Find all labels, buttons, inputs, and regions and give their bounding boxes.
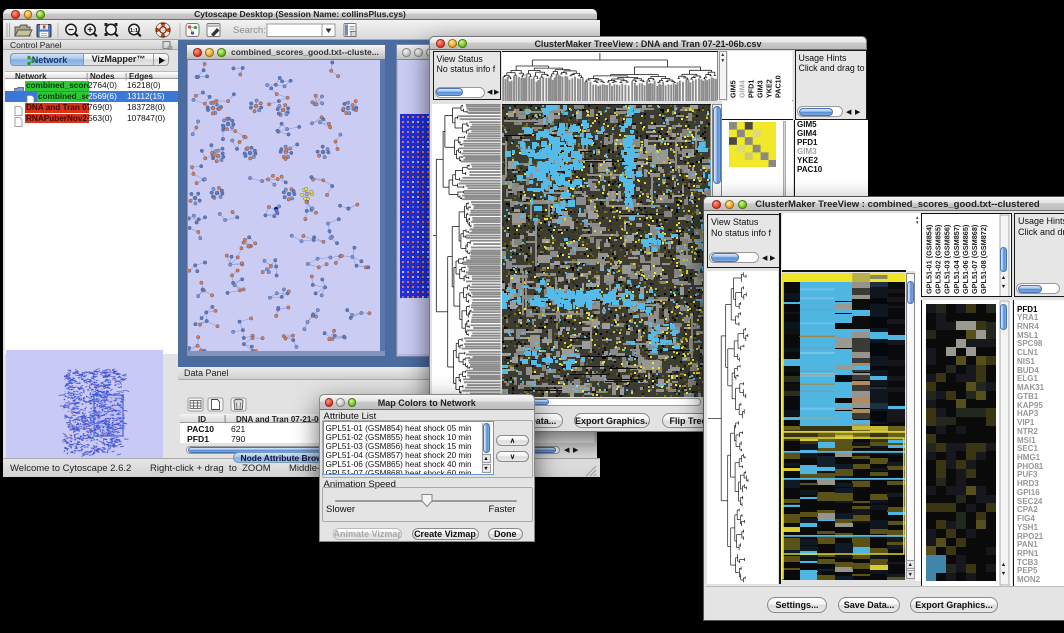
svg-text:Search:: Search: [233, 25, 266, 36]
svg-text:GPL51-06 (GSM865): GPL51-06 (GSM865) [960, 224, 969, 294]
svg-text:PAC10: PAC10 [774, 75, 783, 98]
svg-text:GPL51-02 (GSM855): GPL51-02 (GSM855) [933, 224, 942, 294]
svg-text:GPL51-01 (GSM854): GPL51-01 (GSM854) [924, 224, 933, 294]
svg-text:GPL51-07 (GSM868): GPL51-07 (GSM868) [970, 224, 979, 294]
svg-text:YKE2: YKE2 [765, 79, 774, 98]
svg-text:GIM3: GIM3 [756, 80, 765, 98]
svg-text:PFD1: PFD1 [747, 80, 756, 98]
svg-text:GIM4: GIM4 [738, 80, 747, 98]
svg-text:GIM5: GIM5 [729, 80, 738, 98]
svg-text:1:1: 1:1 [130, 28, 138, 34]
svg-text:GPL51-03 (GSM856): GPL51-03 (GSM856) [942, 224, 951, 294]
svg-text:GPL51-04 (GSM857): GPL51-04 (GSM857) [951, 224, 960, 294]
svg-text:GPL51-08 (GSM872): GPL51-08 (GSM872) [979, 224, 988, 294]
